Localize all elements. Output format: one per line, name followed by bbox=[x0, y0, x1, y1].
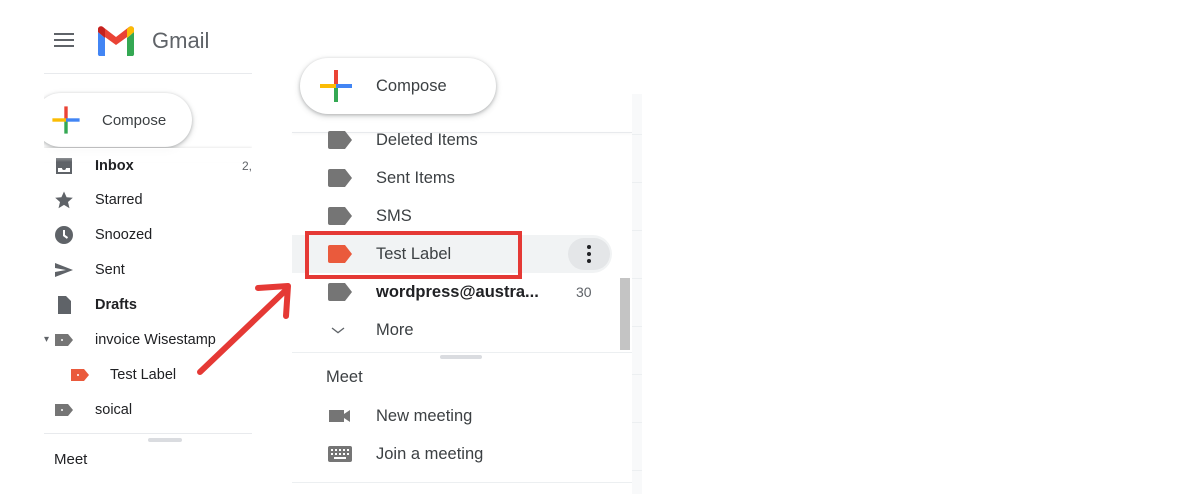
resize-handle[interactable] bbox=[440, 355, 482, 359]
label-item-sms[interactable]: SMS bbox=[292, 197, 612, 235]
nav-item-label: soical bbox=[95, 401, 133, 418]
nav-item-soical[interactable]: soical bbox=[44, 392, 252, 427]
label-icon bbox=[55, 403, 73, 416]
side-gutter bbox=[632, 94, 642, 494]
send-icon bbox=[55, 262, 73, 277]
main-menu-icon[interactable] bbox=[54, 33, 74, 47]
label-item-text: SMS bbox=[376, 206, 412, 225]
list-scroll-shadow bbox=[44, 148, 252, 162]
scrollbar-thumb[interactable] bbox=[620, 278, 630, 350]
nav-item-label: Sent bbox=[95, 261, 125, 278]
compose-button[interactable]: Compose bbox=[44, 93, 192, 147]
red-arrow-icon bbox=[197, 283, 291, 375]
more-toggle[interactable]: More bbox=[292, 311, 612, 349]
label-item-text: More bbox=[376, 320, 414, 339]
compose-button[interactable]: Compose bbox=[300, 58, 496, 114]
label-icon bbox=[328, 131, 352, 149]
nav-item-label: Snoozed bbox=[95, 226, 153, 243]
meet-heading: Meet bbox=[326, 368, 363, 386]
expand-toggle-icon[interactable]: ▾ bbox=[44, 334, 49, 345]
compose-plus-icon bbox=[52, 106, 80, 134]
compose-label: Compose bbox=[376, 76, 447, 95]
clock-icon bbox=[55, 225, 73, 244]
keyboard-icon bbox=[328, 446, 352, 462]
highlight-box bbox=[305, 231, 522, 279]
app-name: Gmail bbox=[152, 28, 210, 53]
section-divider bbox=[44, 433, 252, 434]
label-icon bbox=[55, 333, 73, 346]
compose-label: Compose bbox=[102, 111, 167, 129]
section-divider bbox=[292, 352, 632, 353]
left-sidebar-screenshot: Gmail Compose Inbox 2, Starred Snoozed S… bbox=[44, 0, 252, 485]
draft-icon bbox=[58, 295, 71, 314]
nav-item-snoozed[interactable]: Snoozed bbox=[44, 217, 252, 252]
label-icon bbox=[328, 207, 352, 225]
nav-item-starred[interactable]: Starred bbox=[44, 182, 252, 217]
unread-count: 30 bbox=[576, 284, 592, 300]
meet-item-text: Join a meeting bbox=[376, 444, 484, 463]
header-divider bbox=[44, 73, 252, 74]
chevron-down-icon bbox=[331, 327, 345, 334]
resize-handle[interactable] bbox=[148, 438, 182, 442]
nav-item-label: Test Label bbox=[110, 366, 177, 383]
meet-item-new-meeting[interactable]: New meeting bbox=[292, 397, 612, 435]
nav-item-label: Drafts bbox=[95, 296, 137, 313]
more-vert-icon[interactable] bbox=[568, 238, 610, 270]
compose-plus-icon bbox=[320, 70, 352, 102]
label-icon bbox=[71, 368, 89, 381]
label-item-sent-items[interactable]: Sent Items bbox=[292, 159, 612, 197]
label-item-text: Deleted Items bbox=[376, 130, 478, 149]
label-item-text: wordpress@austra... bbox=[376, 282, 539, 301]
gmail-logo-icon bbox=[97, 26, 135, 56]
nav-item-label: Starred bbox=[95, 191, 143, 208]
meet-heading: Meet bbox=[54, 451, 88, 468]
section-divider bbox=[292, 482, 632, 483]
meet-item-text: New meeting bbox=[376, 406, 473, 425]
videocam-icon bbox=[329, 410, 350, 422]
meet-item-join-meeting[interactable]: Join a meeting bbox=[292, 435, 612, 473]
label-item-deleted-items[interactable]: Deleted Items bbox=[292, 121, 612, 159]
label-icon bbox=[328, 283, 352, 301]
label-icon bbox=[328, 169, 352, 187]
label-item-text: Sent Items bbox=[376, 168, 455, 187]
star-icon bbox=[55, 191, 73, 208]
